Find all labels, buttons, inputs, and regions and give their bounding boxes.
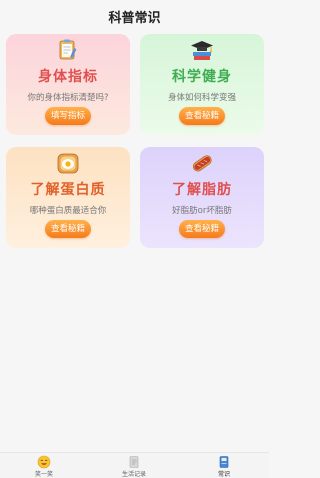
tab-life-record[interactable]: 生活记录 [104, 454, 164, 478]
card-description: 你的身体指标清楚吗? [27, 93, 109, 103]
card-title: 身体指标 [38, 69, 98, 85]
card-title: 了解脂肪 [172, 182, 232, 198]
card-fitness[interactable]: 科学健身 身体如何科学变强 查看秘籍 [140, 34, 264, 135]
fill-metrics-button[interactable]: 填写指标 [44, 107, 92, 125]
view-tips-button[interactable]: 查看秘籍 [178, 107, 226, 125]
card-title: 科学健身 [172, 69, 232, 85]
tab-label: 生活记录 [121, 471, 146, 478]
page-title: 科普常识 [108, 10, 161, 26]
view-tips-button[interactable]: 查看秘籍 [44, 220, 92, 238]
tab-knowledge[interactable]: 常识 [194, 454, 254, 478]
bottom-tab-bar: 笑一笑 生活记录 常识 [0, 452, 269, 478]
notebook-icon [127, 454, 141, 468]
smiley-icon [37, 454, 51, 469]
card-description: 哪种蛋白质最适合你 [29, 206, 107, 216]
card-fat[interactable]: 了解脂肪 好脂肪or坏脂肪 查看秘籍 [140, 147, 264, 248]
view-tips-button[interactable]: 查看秘籍 [178, 220, 226, 238]
graduation-cap-books-icon [189, 37, 215, 63]
book-icon [217, 454, 231, 468]
card-protein[interactable]: 了解蛋白质 哪种蛋白质最适合你 查看秘籍 [6, 147, 130, 248]
tab-label: 常识 [217, 471, 230, 478]
card-title: 了解蛋白质 [30, 182, 106, 198]
egg-toast-icon [55, 150, 81, 176]
tab-label: 笑一笑 [34, 471, 53, 478]
card-body-metrics[interactable]: 身体指标 你的身体指标清楚吗? 填写指标 [6, 34, 130, 135]
clipboard-icon [55, 37, 81, 63]
app-header: 科普常识 [0, 0, 269, 30]
tab-laugh[interactable]: 笑一笑 [14, 454, 74, 478]
card-description: 好脂肪or坏脂肪 [172, 206, 232, 216]
card-description: 身体如何科学变强 [167, 93, 236, 103]
sausage-bread-icon [189, 150, 215, 176]
